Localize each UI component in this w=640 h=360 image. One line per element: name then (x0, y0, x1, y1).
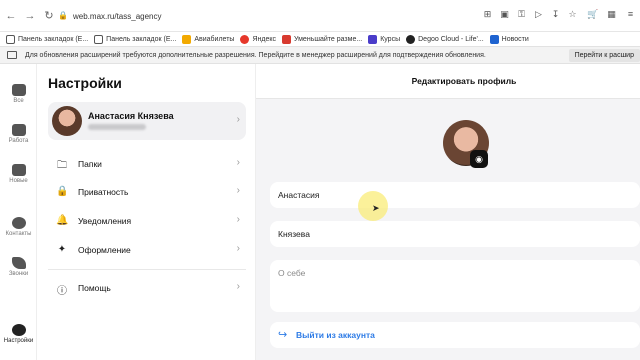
courses-icon (368, 34, 378, 44)
folder-icon (11, 164, 26, 176)
help-icon: ⓘ (57, 286, 67, 297)
chat-icon (11, 84, 26, 96)
menu-item-help[interactable]: ⓘ Помощь › (48, 278, 246, 298)
avatar (52, 106, 82, 136)
extension-icon[interactable]: ▦ (606, 9, 617, 20)
bookmark-item[interactable]: Яндекс (240, 34, 276, 44)
extension-notice-bar: Для обновления расширений требуются допо… (0, 46, 640, 64)
notice-text: Для обновления расширений требуются допо… (25, 51, 486, 59)
settings-panel: Настройки Анастасия Князева › 🗀 Папки › … (38, 64, 256, 360)
about-field[interactable]: О себе (270, 260, 640, 312)
logout-icon: ↪ (278, 329, 288, 341)
star-icon[interactable]: ☆ (567, 9, 578, 20)
magic-wand-icon: ✦ (57, 244, 67, 255)
rail-item-work[interactable]: Работа (0, 124, 37, 144)
lock-icon: 🔒 (58, 11, 68, 20)
last-name-field[interactable]: Князева (270, 221, 640, 247)
play-icon[interactable]: ▷ (533, 9, 544, 20)
phone-icon (11, 257, 26, 269)
bookmark-item[interactable]: Новости (489, 34, 529, 44)
vk-icon (489, 34, 499, 44)
chevron-right-icon: › (236, 114, 240, 125)
compress-icon (281, 34, 291, 44)
degoo-icon (406, 34, 416, 44)
bookmark-item[interactable]: Курсы (368, 34, 400, 44)
install-app-icon[interactable]: ⊞ (482, 9, 493, 20)
chevron-right-icon: › (236, 157, 240, 168)
mouse-pointer-icon: ➤ (372, 203, 380, 213)
screenshot-icon[interactable]: ▣ (499, 9, 510, 20)
divider (48, 269, 246, 270)
chevron-right-icon: › (236, 185, 240, 196)
url-text[interactable]: web.max.ru/tass_agency (73, 12, 162, 21)
logout-button[interactable]: ↪ Выйти из аккаунта (270, 322, 640, 348)
lock-icon: 🔒 (56, 186, 69, 197)
bookmark-item[interactable]: Панель закладок (E... (94, 34, 176, 44)
menu-item-appearance[interactable]: ✦ Оформление › (48, 240, 246, 260)
browser-toolbar: ← → ↻ 🔒 web.max.ru/tass_agency ⊞ ▣ ⚿ ▷ ↧… (0, 0, 640, 32)
profile-card[interactable]: Анастасия Князева › (48, 102, 246, 140)
bookmark-folder-icon (94, 34, 104, 44)
folder-icon: 🗀 (57, 160, 67, 171)
rail-item-new[interactable]: Новые (0, 164, 37, 184)
camera-icon[interactable]: ◉ (470, 150, 488, 168)
download-icon[interactable]: ↧ (550, 9, 561, 20)
folder-icon (11, 124, 26, 136)
menu-item-privacy[interactable]: 🔒 Приватность › (48, 182, 246, 202)
settings-title: Настройки (48, 75, 122, 91)
contacts-icon (11, 217, 26, 229)
yandex-icon (240, 34, 250, 44)
first-name-field[interactable]: Анастасия (270, 182, 640, 208)
gear-icon (11, 324, 26, 336)
extension-icons: 🛒 ▦ ≡ (587, 9, 636, 20)
edit-profile-header: Редактировать профиль (256, 64, 640, 99)
edit-profile-title: Редактировать профиль (411, 76, 517, 86)
forward-icon[interactable]: → (22, 8, 38, 24)
rail-item-calls[interactable]: Звонки (0, 257, 37, 277)
address-bar-actions: ⊞ ▣ ⚿ ▷ ↧ ☆ (482, 9, 578, 20)
chevron-right-icon: › (236, 243, 240, 254)
back-icon[interactable]: ← (3, 8, 19, 24)
extension-notice-icon (7, 51, 17, 59)
chevron-right-icon: › (236, 281, 240, 292)
menu-item-notifications[interactable]: 🔔 Уведомления › (48, 211, 246, 231)
messenger-app: Все Работа Новые Контакты Звонки Настрой… (0, 64, 640, 360)
profile-name: Анастасия Князева (88, 111, 174, 121)
bookmark-folder-icon (6, 34, 15, 44)
rail-item-all[interactable]: Все (0, 84, 37, 104)
menu-icon[interactable]: ≡ (625, 9, 636, 20)
key-icon[interactable]: ⚿ (516, 9, 527, 20)
bookmark-item[interactable]: Панель закладок (E... (6, 34, 88, 44)
chevron-right-icon: › (236, 214, 240, 225)
cart-icon[interactable]: 🛒 (587, 9, 598, 20)
bookmarks-bar: Панель закладок (E... Панель закладок (E… (0, 32, 640, 46)
bookmark-item[interactable]: Авиабилеты (182, 34, 234, 44)
rail-item-settings[interactable]: Настройки (0, 324, 37, 344)
rail-item-contacts[interactable]: Контакты (0, 217, 37, 237)
menu-item-folders[interactable]: 🗀 Папки › (48, 154, 246, 174)
address-bar[interactable]: 🔒 web.max.ru/tass_agency ⊞ ▣ ⚿ ▷ ↧ ☆ (58, 6, 578, 26)
bookmark-item[interactable]: Degoo Cloud - Life'... (406, 34, 484, 44)
edit-profile-panel: Редактировать профиль ◉ Анастасия Князев… (256, 64, 640, 360)
aviabilety-icon (182, 34, 192, 44)
bell-icon: 🔔 (56, 215, 69, 226)
bookmark-item[interactable]: Уменьшайте разме... (281, 34, 362, 44)
nav-rail: Все Работа Новые Контакты Звонки Настрой… (0, 64, 37, 360)
profile-phone-blurred (88, 124, 146, 130)
reload-icon[interactable]: ↻ (41, 8, 57, 24)
open-extensions-button[interactable]: Перейти к расшир (568, 49, 640, 62)
